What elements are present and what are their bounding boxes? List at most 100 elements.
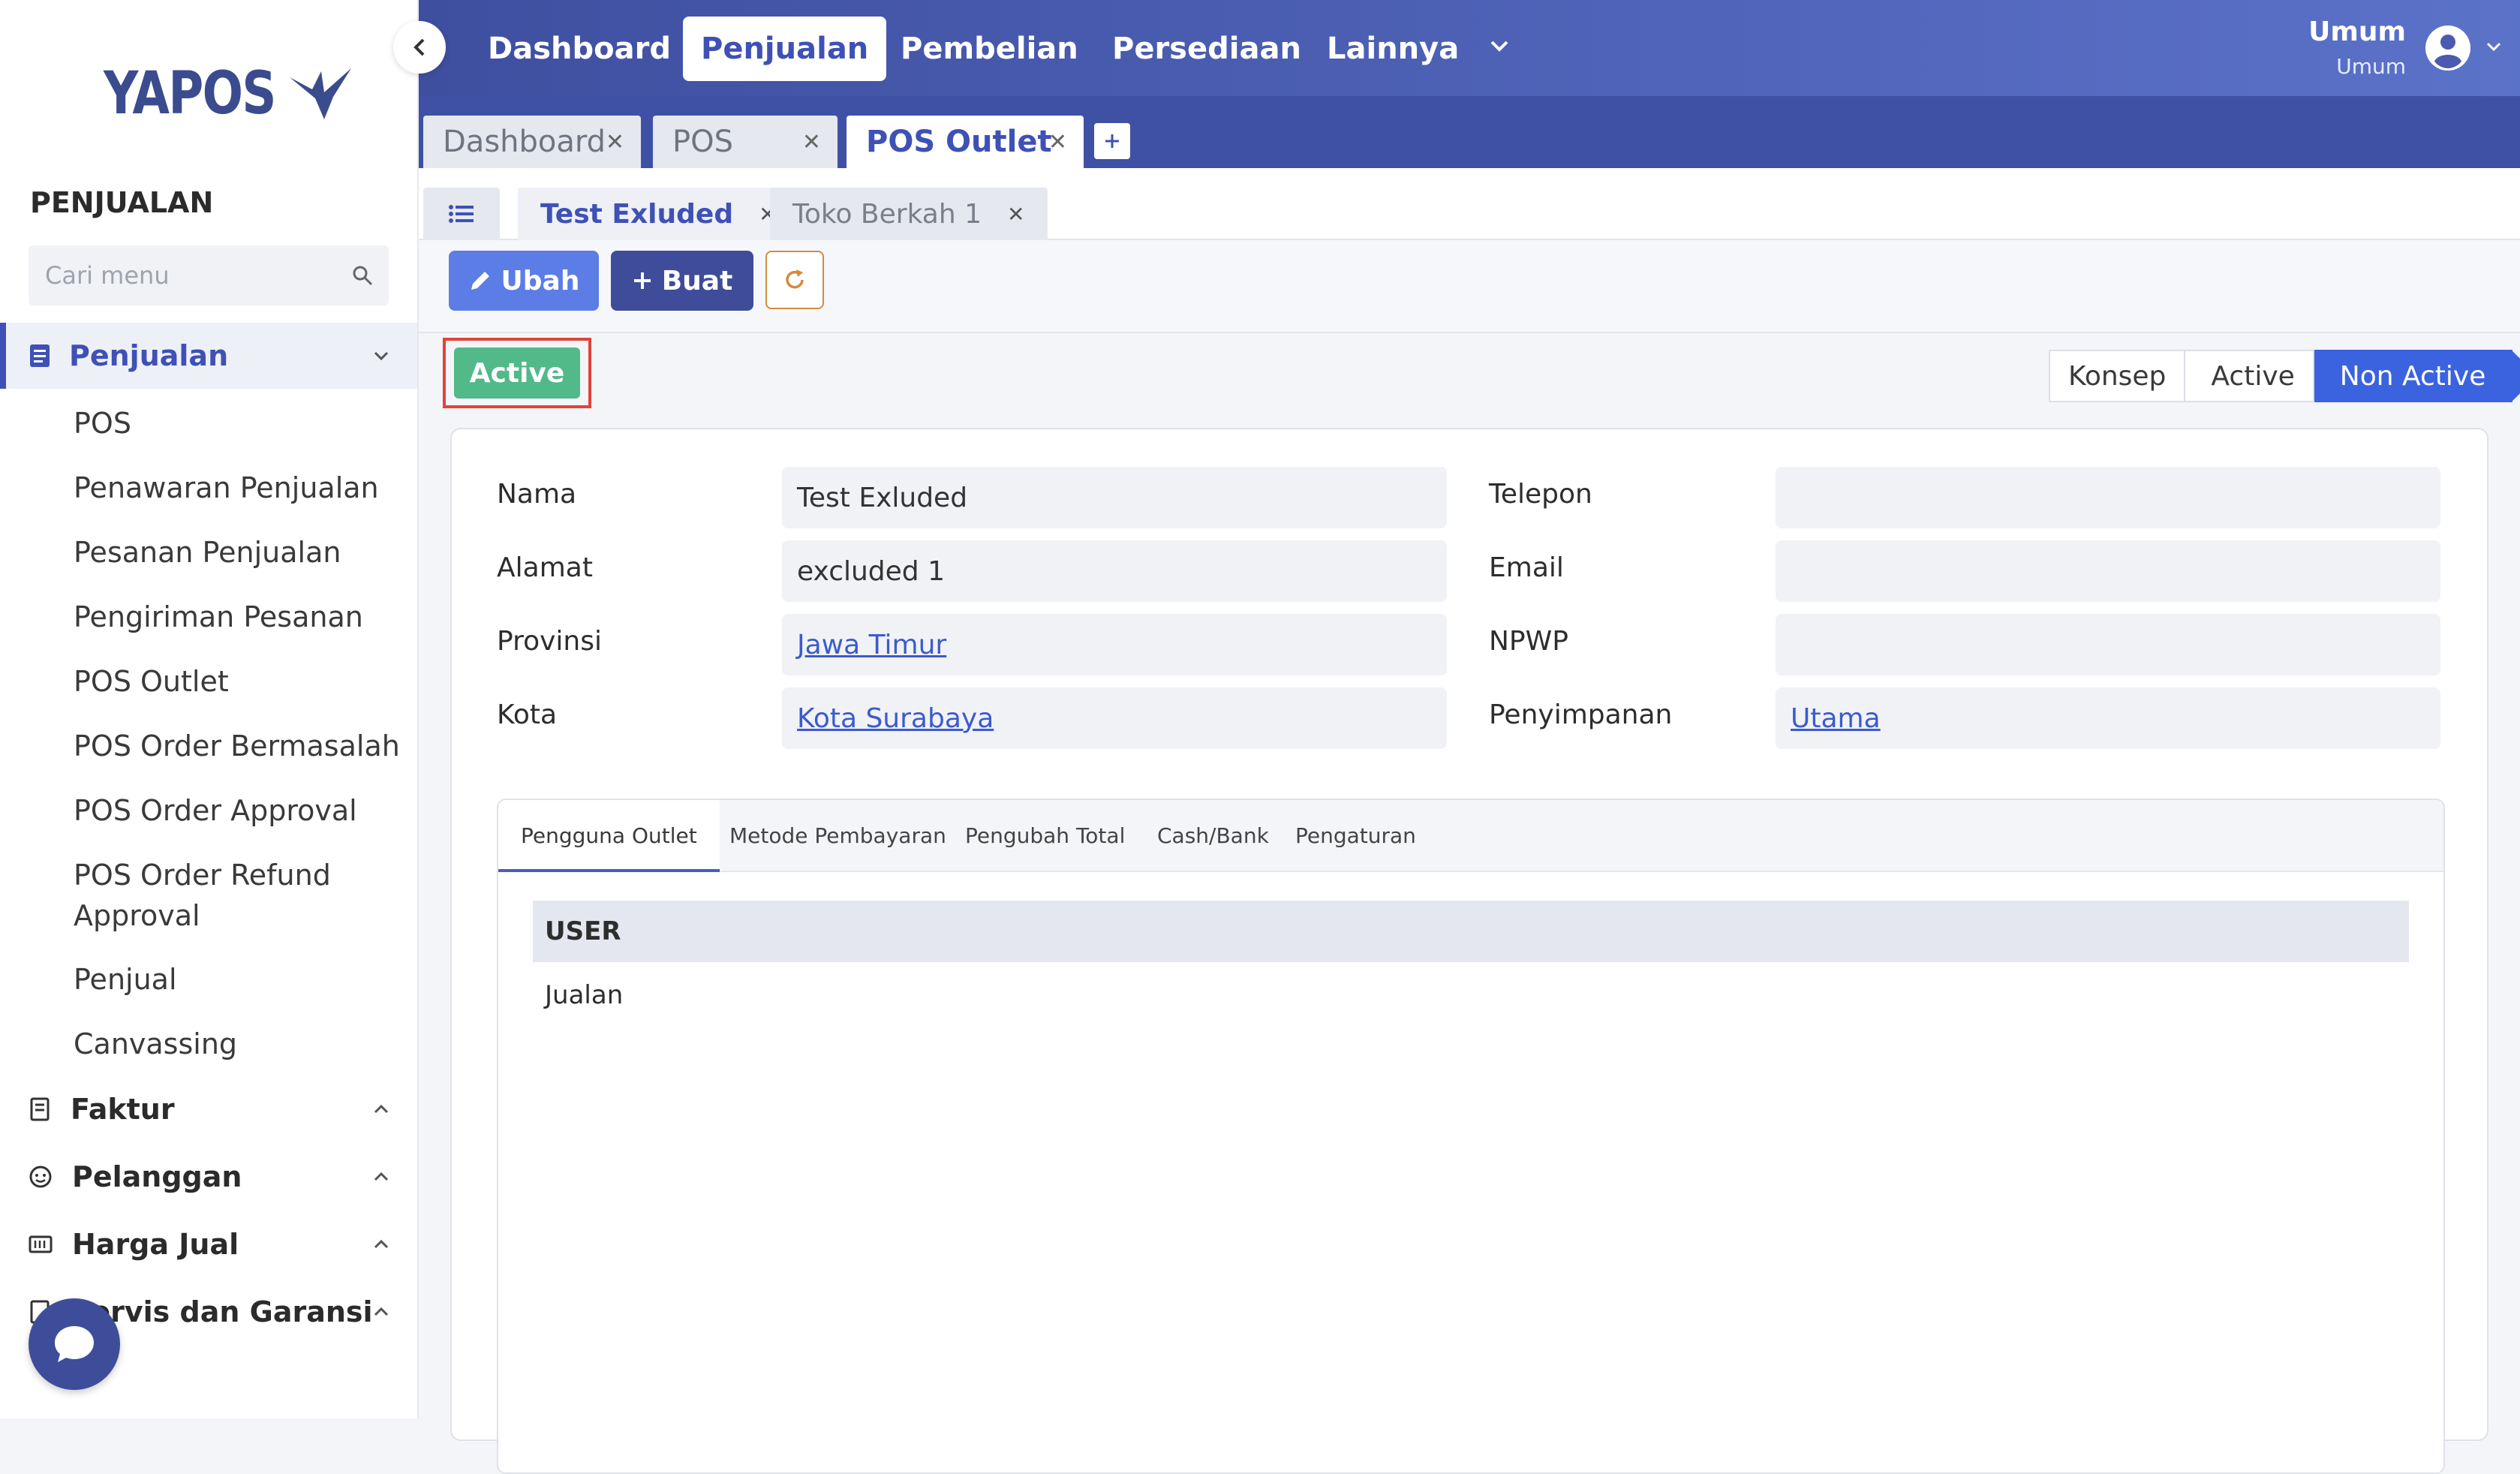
nav-lainnya[interactable]: Lainnya (1309, 17, 1477, 81)
stage-active[interactable]: Active (2185, 350, 2314, 402)
nav-penjualan[interactable]: Penjualan (683, 17, 887, 81)
close-icon[interactable]: ✕ (1048, 129, 1067, 155)
sidebar-collapse-button[interactable] (393, 21, 446, 74)
refresh-icon (786, 269, 804, 289)
pencil-icon (471, 272, 489, 290)
chevron-down-icon[interactable] (1484, 30, 1514, 63)
sidebar-group-faktur[interactable]: Faktur (0, 1079, 417, 1139)
create-button[interactable]: Buat (611, 251, 753, 311)
plus-icon (1105, 134, 1119, 148)
create-button-label: Buat (661, 265, 733, 296)
invoice-icon (30, 1097, 50, 1121)
sidebar-item-pesanan-penjualan[interactable]: Pesanan Penjualan (74, 532, 341, 573)
tab-cash-bank[interactable]: Cash/Bank (1135, 800, 1292, 872)
record-tab-test-exluded[interactable]: Test Exluded ✕ (518, 188, 799, 240)
tab-pengubah-total[interactable]: Pengubah Total (943, 800, 1147, 872)
npwp-field[interactable] (1776, 614, 2440, 675)
table-row[interactable]: Jualan (545, 980, 623, 1010)
edit-button[interactable]: Ubah (449, 251, 599, 311)
status-pipeline: Konsep Active Non Active (2049, 350, 2520, 402)
chevron-down-icon[interactable] (2484, 39, 2503, 54)
menu-search-input[interactable] (44, 260, 351, 290)
penyimpanan-label: Penyimpanan (1489, 699, 1673, 730)
sidebar-item-pos-order-refund-approval[interactable]: POS Order Refund Approval (74, 855, 389, 936)
close-icon[interactable]: ✕ (1007, 202, 1024, 227)
nav-persediaan[interactable]: Persediaan (1094, 17, 1319, 81)
sidebar-group-pelanggan[interactable]: Pelanggan (0, 1147, 417, 1207)
email-field[interactable] (1776, 540, 2440, 602)
sidebar-group-harga-jual[interactable]: Harga Jual (0, 1214, 417, 1274)
chevron-up-icon (374, 1172, 389, 1181)
top-navigation: Dashboard Penjualan Pembelian Persediaan… (419, 0, 2520, 96)
chevron-down-icon (374, 351, 389, 361)
sidebar-item-pos-outlet[interactable]: POS Outlet (74, 661, 229, 702)
sidebar-group-label: Penjualan (69, 339, 229, 372)
status-badge[interactable]: Active (454, 347, 580, 399)
close-icon[interactable]: ✕ (606, 129, 624, 155)
record-tab-toko-berkah-1[interactable]: Toko Berkah 1 ✕ (770, 188, 1048, 240)
alamat-field[interactable]: excluded 1 (782, 540, 1447, 602)
edit-button-label: Ubah (501, 265, 580, 296)
tab-label: Toko Berkah 1 (792, 198, 982, 230)
chevron-left-icon (413, 38, 425, 56)
stage-konsep[interactable]: Konsep (2049, 350, 2186, 402)
sidebar-item-pengiriman-pesanan[interactable]: Pengiriman Pesanan (74, 597, 363, 637)
nama-label: Nama (497, 479, 577, 510)
provinsi-label: Provinsi (497, 626, 602, 657)
tab-label: Dashboard (443, 125, 606, 159)
sidebar: YAPOS PENJUALAN Penjualan POS Penawaran … (0, 0, 419, 1418)
tab-label: POS Outlet (866, 125, 1052, 159)
telepon-field[interactable] (1776, 467, 2440, 528)
tab-metode-pembayaran[interactable]: Metode Pembayaran (707, 800, 969, 872)
user-avatar-icon[interactable] (2424, 24, 2472, 72)
tab-pengguna-outlet[interactable]: Pengguna Outlet (498, 800, 720, 872)
chat-icon (55, 1326, 94, 1362)
provinsi-link[interactable]: Jawa Timur (782, 614, 1447, 675)
sidebar-heading: PENJUALAN (30, 186, 214, 219)
add-tab-button[interactable] (1094, 123, 1130, 159)
nav-dashboard[interactable]: Dashboard (470, 17, 689, 81)
list-view-button[interactable] (423, 188, 500, 240)
kota-link[interactable]: Kota Surabaya (782, 687, 1447, 749)
window-tab-pos-outlet[interactable]: POS Outlet ✕ (847, 116, 1084, 168)
sidebar-item-pos-order-bermasalah[interactable]: POS Order Bermasalah (74, 726, 400, 766)
npwp-label: NPWP (1489, 626, 1568, 657)
nama-field[interactable]: Test Exluded (782, 467, 1447, 528)
kota-label: Kota (497, 699, 558, 730)
telepon-label: Telepon (1489, 479, 1592, 510)
sidebar-group-label: Servis dan Garansi (71, 1295, 373, 1328)
sidebar-group-penjualan[interactable]: Penjualan (0, 323, 417, 389)
sidebar-item-penawaran-penjualan[interactable]: Penawaran Penjualan (74, 468, 379, 508)
close-icon[interactable]: ✕ (802, 129, 821, 155)
window-tab-pos[interactable]: POS ✕ (653, 116, 837, 168)
search-icon[interactable] (351, 264, 374, 287)
detail-tabs-header: Pengguna Outlet Metode Pembayaran Pengub… (498, 800, 2443, 872)
refresh-button[interactable] (765, 251, 824, 309)
bird-logo-icon (290, 68, 351, 119)
sidebar-item-canvassing[interactable]: Canvassing (74, 1024, 237, 1064)
chat-widget-button[interactable] (29, 1298, 120, 1390)
menu-search (29, 245, 389, 305)
nav-pembelian[interactable]: Pembelian (883, 17, 1096, 81)
logo-text: YAPOS (104, 60, 276, 128)
sidebar-item-pos-order-approval[interactable]: POS Order Approval (74, 790, 357, 831)
tab-pengaturan[interactable]: Pengaturan (1273, 800, 1439, 872)
penyimpanan-link[interactable]: Utama (1776, 687, 2440, 749)
sidebar-item-penjual[interactable]: Penjual (74, 959, 177, 1000)
app-logo[interactable]: YAPOS (104, 60, 354, 128)
stage-non-active[interactable]: Non Active (2314, 350, 2520, 402)
sidebar-item-pos[interactable]: POS (74, 403, 131, 444)
user-role: Umum (2336, 54, 2406, 79)
record-tab-bar: Test Exluded ✕ Toko Berkah 1 ✕ (419, 168, 2520, 240)
list-icon (449, 205, 474, 223)
chevron-up-icon (374, 1307, 389, 1316)
face-icon (29, 1166, 52, 1188)
record-form-card: Nama Test Exluded Alamat excluded 1 Prov… (450, 428, 2488, 1474)
plus-icon (633, 272, 651, 289)
user-name: Umum (2308, 17, 2406, 47)
window-tab-dashboard[interactable]: Dashboard ✕ (423, 116, 641, 168)
chevron-up-icon (374, 1239, 389, 1249)
status-highlight: Active (443, 338, 591, 408)
tab-label: POS (672, 125, 733, 159)
tab-label: Test Exluded (540, 198, 734, 230)
